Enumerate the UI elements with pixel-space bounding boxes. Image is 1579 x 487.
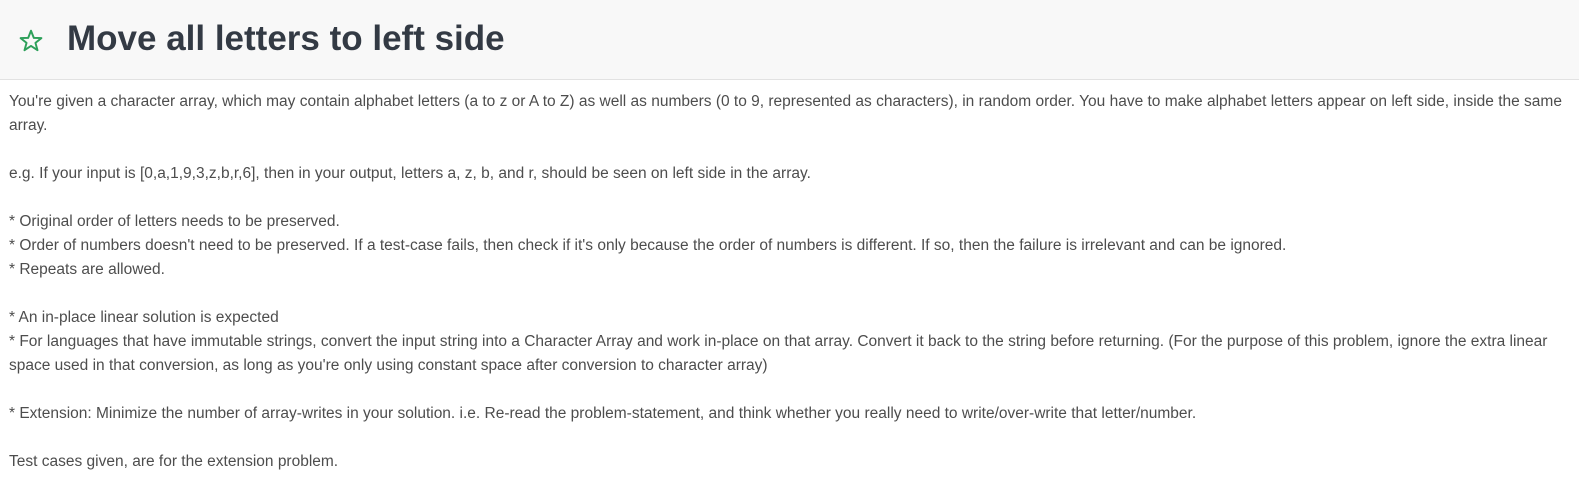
problem-header: Move all letters to left side [0,0,1579,80]
rule-order-letters: * Original order of letters needs to be … [9,213,340,230]
extension-paragraph: * Extension: Minimize the number of arra… [9,405,1197,422]
page-title: Move all letters to left side [67,19,505,58]
example-paragraph: e.g. If your input is [0,a,1,9,3,z,b,r,6… [9,165,811,182]
test-cases-note: Test cases given, are for the extension … [9,453,339,470]
intro-paragraph: You're given a character array, which ma… [9,93,1562,134]
problem-description: You're given a character array, which ma… [0,80,1579,474]
star-outline-icon-svg [19,29,43,51]
rule-immutable-strings: * For languages that have immutable stri… [9,333,1548,374]
rule-order-numbers: * Order of numbers doesn't need to be pr… [9,237,1287,254]
rule-repeats: * Repeats are allowed. [9,261,165,278]
star-outline-icon[interactable] [18,28,44,54]
rule-in-place: * An in-place linear solution is expecte… [9,309,279,326]
